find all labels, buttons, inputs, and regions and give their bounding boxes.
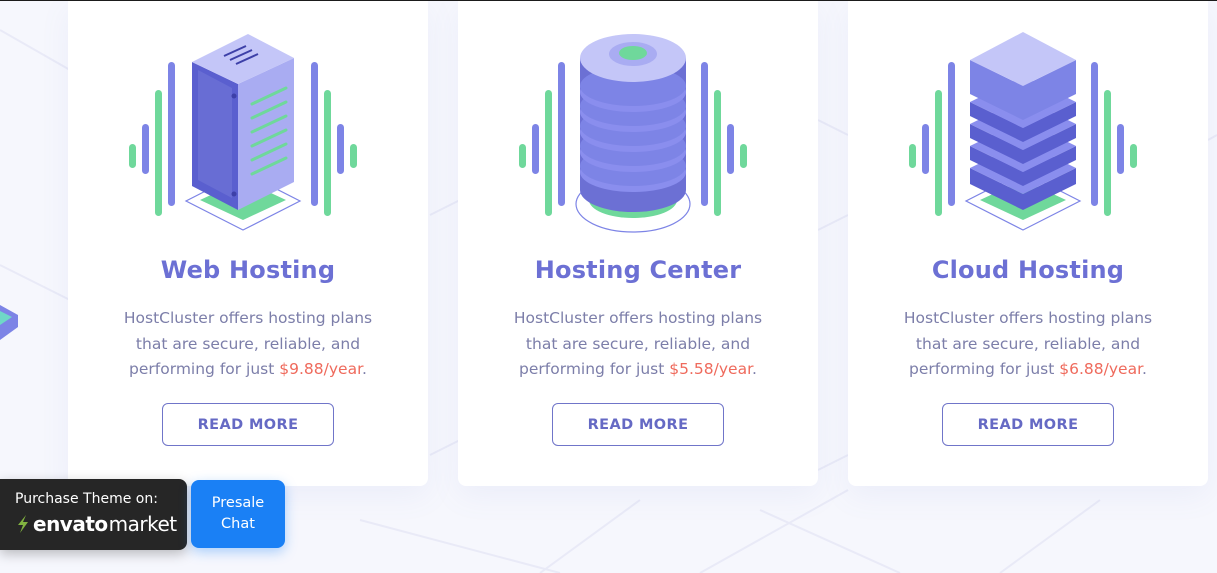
presale-line-1: Presale [211,495,265,511]
card-price: $5.58/year [669,360,753,378]
envato-purchase-badge[interactable]: Purchase Theme on: envato market [0,479,187,550]
envato-leaf-icon [18,515,28,533]
server-tower-icon [129,34,357,231]
top-divider [0,0,1217,1]
envato-market-text: market [108,512,177,536]
card-title: Cloud Hosting [931,256,1125,284]
page: Web Hosting HostCluster offers hosting p… [0,0,1217,573]
card-description: HostCluster offers hosting plans that ar… [123,309,373,378]
hosting-card-center: Hosting Center HostCluster offers hostin… [458,0,818,486]
database-cylinder-icon [519,34,747,233]
card-price: $9.88/year [279,360,363,378]
card-price: $6.88/year [1059,360,1143,378]
hosting-card-web: Web Hosting HostCluster offers hosting p… [68,0,428,486]
presale-line-2: Chat [221,516,255,532]
read-more-button[interactable]: READ MORE [552,403,724,446]
read-more-button[interactable]: READ MORE [162,403,334,446]
hosting-card-cloud: Cloud Hosting HostCluster offers hosting… [848,0,1208,486]
purchase-label: Purchase Theme on: [15,491,158,507]
card-title: Hosting Center [534,256,742,284]
card-description: HostCluster offers hosting plans that ar… [513,309,763,378]
cloud-stack-icon [909,32,1137,231]
card-description: HostCluster offers hosting plans that ar… [903,309,1153,378]
card-title: Web Hosting [160,256,336,284]
read-more-button[interactable]: READ MORE [942,403,1114,446]
presale-chat-button[interactable]: Presale Chat [191,480,285,548]
left-edge-device [0,305,18,340]
envato-market-logo: envato market [15,512,187,536]
envato-brand-text: envato [33,512,108,536]
